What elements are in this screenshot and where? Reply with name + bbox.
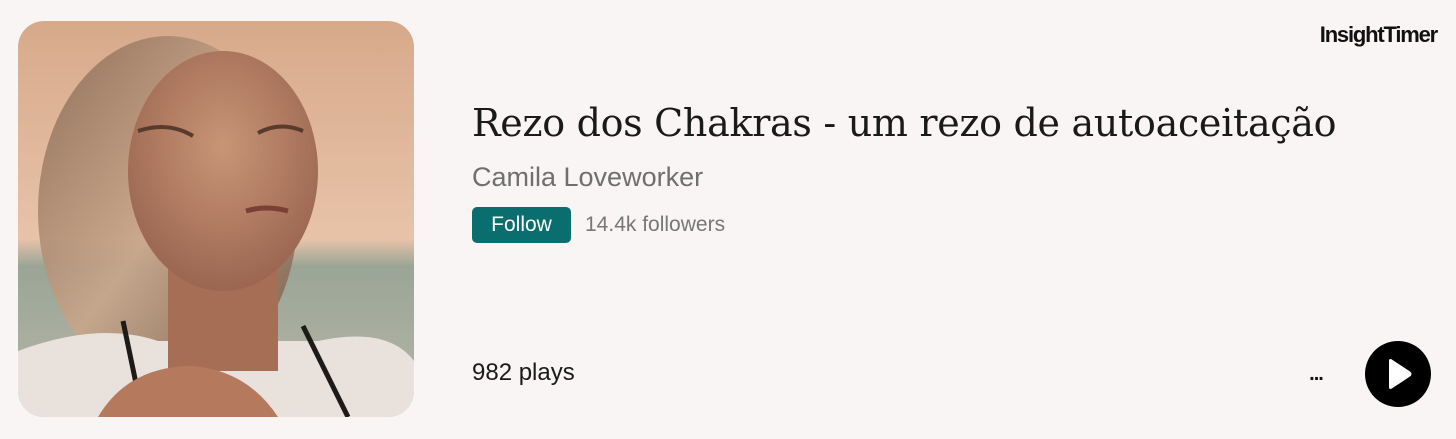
follow-button[interactable]: Follow bbox=[472, 207, 571, 243]
cover-image bbox=[18, 21, 414, 417]
plays-count: 982 plays bbox=[472, 359, 575, 386]
track-title: Rezo dos Chakras - um rezo de autoaceita… bbox=[472, 101, 1337, 145]
ellipsis-icon: ... bbox=[1309, 362, 1324, 385]
brand-logo[interactable]: InsightTimer bbox=[1320, 22, 1438, 48]
author-name[interactable]: Camila Loveworker bbox=[472, 162, 703, 193]
more-options-button[interactable]: ... bbox=[1302, 356, 1330, 392]
play-icon bbox=[1389, 359, 1412, 389]
play-button[interactable] bbox=[1365, 341, 1431, 407]
followers-count: 14.4k followers bbox=[585, 213, 726, 236]
follow-row: Follow 14.4k followers bbox=[472, 207, 725, 243]
